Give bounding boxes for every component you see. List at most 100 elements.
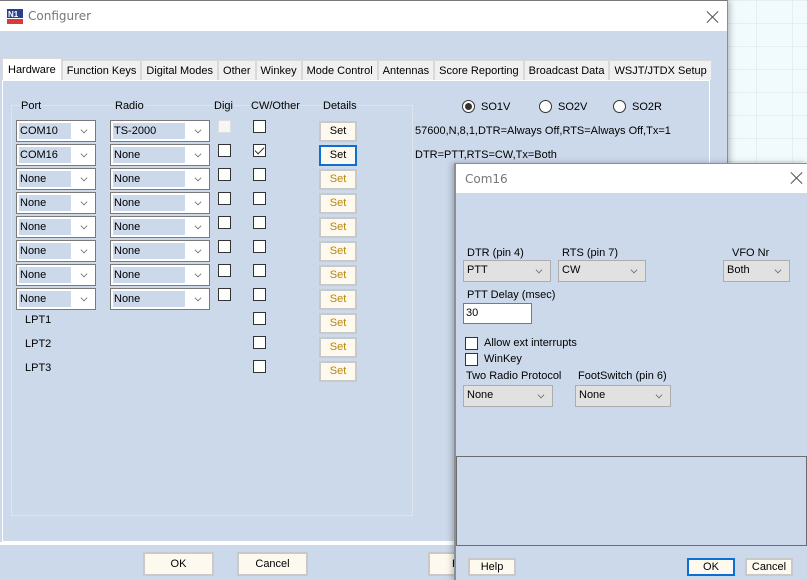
cw-other-checkbox[interactable] — [253, 264, 266, 277]
cw-other-checkbox[interactable] — [253, 144, 266, 157]
port-select[interactable]: COM16 — [16, 144, 96, 166]
chevron-down-icon — [194, 246, 202, 254]
set-details-button[interactable]: Set — [319, 241, 357, 262]
two-radio-protocol-select[interactable]: None — [463, 385, 553, 407]
tab-other[interactable]: Other — [218, 60, 256, 80]
lpt-label: LPT3 — [25, 362, 52, 374]
radio-select[interactable]: None — [110, 288, 210, 310]
radio-select[interactable]: None — [110, 216, 210, 238]
close-icon[interactable] — [706, 10, 720, 24]
cancel-button[interactable]: Cancel — [237, 552, 308, 576]
tab-mode-control[interactable]: Mode Control — [301, 60, 378, 80]
radio-label: SO2R — [632, 100, 662, 113]
mode-radio-so1v[interactable]: SO1V — [462, 100, 510, 113]
port-select[interactable]: None — [16, 288, 96, 310]
port-header: Port — [20, 100, 43, 112]
cw-other-checkbox[interactable] — [253, 240, 266, 253]
port-value: COM10 — [19, 123, 71, 139]
tab-winkey[interactable]: Winkey — [255, 60, 302, 80]
set-details-button[interactable]: Set — [319, 121, 357, 142]
svg-text:N1: N1 — [8, 10, 19, 19]
winkey-checkbox[interactable] — [465, 353, 478, 366]
footswitch-value: None — [579, 389, 606, 401]
cw-other-checkbox[interactable] — [253, 192, 266, 205]
dialog-help-button[interactable]: Help — [468, 558, 516, 576]
dtr-select[interactable]: PTT — [463, 260, 551, 282]
radio-value: None — [113, 291, 185, 307]
port-value: None — [19, 243, 71, 259]
chevron-down-icon — [80, 150, 88, 158]
chevron-down-icon — [655, 391, 663, 399]
digi-checkbox[interactable] — [218, 192, 231, 205]
set-details-button[interactable]: Set — [319, 169, 357, 190]
chevron-down-icon — [194, 174, 202, 182]
cw-other-checkbox[interactable] — [253, 288, 266, 301]
radio-select[interactable]: None — [110, 240, 210, 262]
radio-value: None — [113, 267, 185, 283]
digi-checkbox[interactable] — [218, 288, 231, 301]
footswitch-select[interactable]: None — [575, 385, 671, 407]
set-details-button[interactable]: Set — [319, 313, 357, 334]
set-details-button[interactable]: Set — [319, 289, 357, 310]
cw-other-checkbox[interactable] — [253, 312, 266, 325]
port-select[interactable]: None — [16, 240, 96, 262]
port-select[interactable]: None — [16, 168, 96, 190]
ptt-delay-input[interactable]: 30 — [463, 303, 532, 324]
digi-checkbox[interactable] — [218, 144, 231, 157]
set-details-button[interactable]: Set — [319, 265, 357, 286]
allow-ext-interrupts-label: Allow ext interrupts — [484, 337, 577, 349]
dialog-ok-button[interactable]: OK — [687, 558, 735, 576]
set-details-button[interactable]: Set — [319, 217, 357, 238]
tab-strip: Hardware Function Keys Digital Modes Other W… — [2, 58, 712, 80]
rts-value: CW — [562, 264, 581, 276]
close-icon[interactable] — [790, 171, 804, 185]
chevron-down-icon — [80, 270, 88, 278]
port-select[interactable]: None — [16, 216, 96, 238]
digi-checkbox[interactable] — [218, 168, 231, 181]
dialog-cancel-button[interactable]: Cancel — [745, 558, 793, 576]
chevron-down-icon — [80, 294, 88, 302]
digi-checkbox[interactable] — [218, 120, 231, 133]
digi-checkbox[interactable] — [218, 216, 231, 229]
tab-wsjt-jtdx-setup[interactable]: WSJT/JTDX Setup — [609, 60, 712, 80]
radio-select[interactable]: None — [110, 192, 210, 214]
chevron-down-icon — [194, 294, 202, 302]
digi-checkbox[interactable] — [218, 240, 231, 253]
port-select[interactable]: COM10 — [16, 120, 96, 142]
radio-select[interactable]: None — [110, 144, 210, 166]
tab-digital-modes[interactable]: Digital Modes — [141, 60, 219, 80]
radio-select[interactable]: TS-2000 — [110, 120, 210, 142]
tab-score-reporting[interactable]: Score Reporting — [434, 60, 524, 80]
cw-other-checkbox[interactable] — [253, 336, 266, 349]
vfo-value: Both — [727, 264, 750, 276]
set-details-button[interactable]: Set — [319, 361, 357, 382]
cw-other-checkbox[interactable] — [253, 360, 266, 373]
notes-panel — [456, 456, 807, 546]
cw-other-header: CW/Other — [250, 100, 301, 112]
radio-button-icon — [613, 100, 626, 113]
port-value: None — [19, 219, 71, 235]
tab-function-keys[interactable]: Function Keys — [61, 60, 142, 80]
set-details-button[interactable]: Set — [319, 193, 357, 214]
tab-broadcast-data[interactable]: Broadcast Data — [523, 60, 610, 80]
allow-ext-interrupts-checkbox[interactable] — [465, 337, 478, 350]
port-value: None — [19, 195, 71, 211]
set-details-button[interactable]: Set — [319, 145, 357, 166]
digi-checkbox[interactable] — [218, 264, 231, 277]
cw-other-checkbox[interactable] — [253, 168, 266, 181]
radio-select[interactable]: None — [110, 264, 210, 286]
port-value: COM16 — [19, 147, 71, 163]
mode-radio-so2v[interactable]: SO2V — [539, 100, 587, 113]
set-details-button[interactable]: Set — [319, 337, 357, 358]
ok-button[interactable]: OK — [143, 552, 214, 576]
rts-select[interactable]: CW — [558, 260, 646, 282]
tab-antennas[interactable]: Antennas — [377, 60, 435, 80]
cw-other-checkbox[interactable] — [253, 216, 266, 229]
mode-radio-so2r[interactable]: SO2R — [613, 100, 662, 113]
vfo-select[interactable]: Both — [723, 260, 790, 282]
port-select[interactable]: None — [16, 264, 96, 286]
port-select[interactable]: None — [16, 192, 96, 214]
radio-select[interactable]: None — [110, 168, 210, 190]
tab-hardware[interactable]: Hardware — [2, 58, 62, 80]
cw-other-checkbox[interactable] — [253, 120, 266, 133]
